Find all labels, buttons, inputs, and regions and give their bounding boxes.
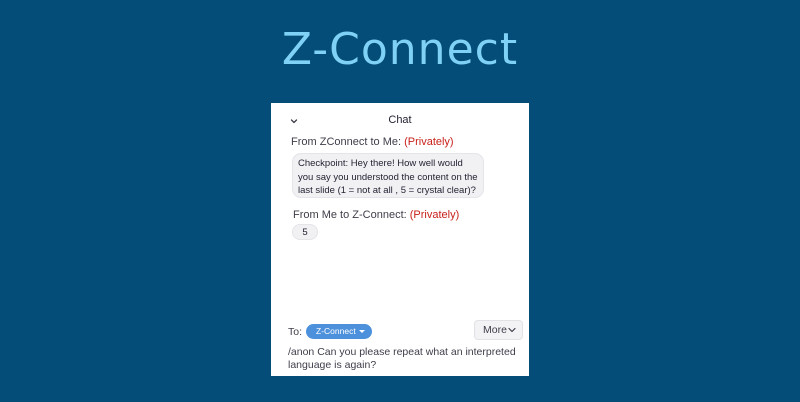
message-input[interactable]: /anon Can you please repeat what an inte… xyxy=(288,346,522,374)
message-bubble: 5 xyxy=(292,224,318,240)
more-label: More xyxy=(483,324,507,336)
privately-badge: (Privately) xyxy=(409,209,460,221)
message-bubble: Checkpoint: Hey there! How well would yo… xyxy=(292,153,484,198)
caret-down-icon xyxy=(359,330,365,333)
message-header: From Me to Z-Connect: (Privately) xyxy=(293,209,459,221)
message-header: From ZConnect to Me: (Privately) xyxy=(291,136,454,148)
message-sender-label: From ZConnect to Me: xyxy=(291,136,405,148)
chat-title: Chat xyxy=(388,114,412,126)
chat-panel: Chat From ZConnect to Me: (Privately) Ch… xyxy=(271,103,529,376)
app-brand-title: Z-Connect xyxy=(281,24,519,75)
more-button[interactable]: More xyxy=(474,320,523,340)
privately-badge: (Privately) xyxy=(404,136,454,148)
to-label: To: xyxy=(288,326,303,338)
recipient-name: Z-Connect xyxy=(316,326,356,336)
message-sender-label: From Me to Z-Connect: xyxy=(293,209,410,221)
chevron-down-icon xyxy=(508,327,516,333)
recipient-dropdown[interactable]: Z-Connect xyxy=(306,324,372,339)
chat-header: Chat xyxy=(271,103,529,137)
app-background: { "app": { "brand": "Z-Connect" }, "chat… xyxy=(0,0,800,402)
